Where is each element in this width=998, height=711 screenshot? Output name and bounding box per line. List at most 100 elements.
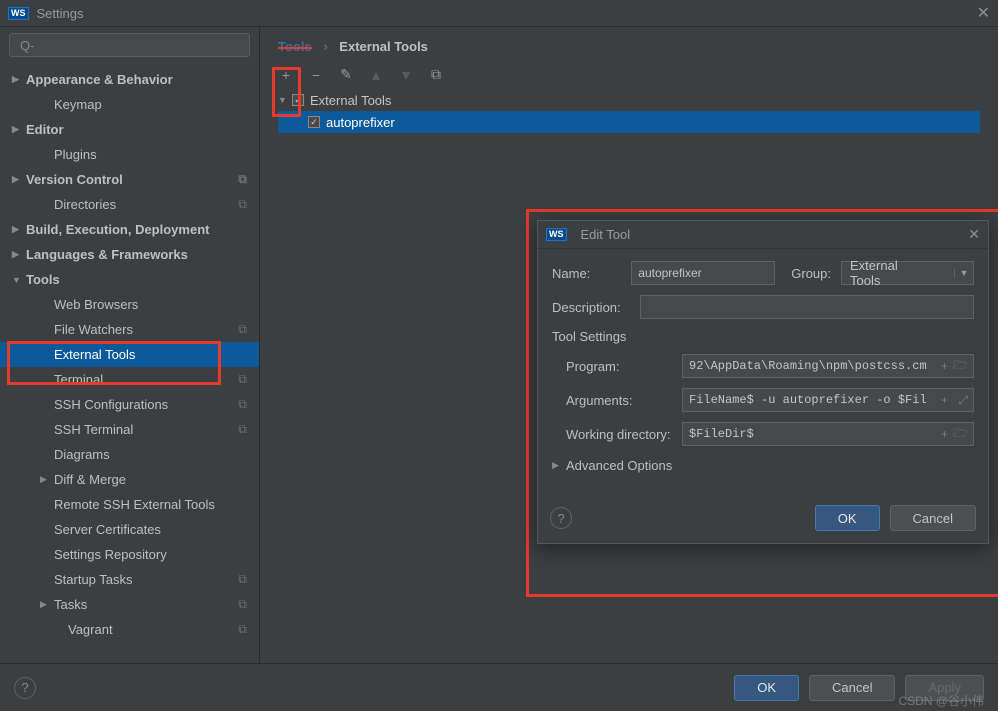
sidebar-item-label: Diagrams bbox=[54, 447, 110, 462]
program-field[interactable] bbox=[682, 354, 974, 378]
chevron-right-icon: ▶ bbox=[12, 174, 26, 185]
chevron-down-icon: ▼ bbox=[278, 95, 292, 105]
chevron-right-icon: ▶ bbox=[40, 599, 54, 610]
advanced-options[interactable]: ▶ Advanced Options bbox=[552, 458, 974, 473]
sidebar-item[interactable]: ▶Languages & Frameworks bbox=[0, 242, 259, 267]
sidebar-item[interactable]: File Watchers⧉ bbox=[0, 317, 259, 342]
workdir-field[interactable] bbox=[682, 422, 974, 446]
sidebar-item[interactable]: Remote SSH External Tools bbox=[0, 492, 259, 517]
down-button[interactable]: ▼ bbox=[398, 67, 414, 83]
project-scope-icon: ⧉ bbox=[238, 172, 247, 187]
project-scope-icon: ⧉ bbox=[238, 372, 247, 387]
sidebar-item[interactable]: Plugins bbox=[0, 142, 259, 167]
group-checkbox[interactable] bbox=[292, 94, 304, 106]
description-field[interactable] bbox=[640, 295, 974, 319]
sidebar-item[interactable]: Settings Repository bbox=[0, 542, 259, 567]
sidebar-item-label: Directories bbox=[54, 197, 116, 212]
remove-button[interactable]: − bbox=[308, 67, 324, 83]
ok-button[interactable]: OK bbox=[815, 505, 880, 531]
titlebar: WS Settings ✕ bbox=[0, 0, 998, 27]
cancel-button[interactable]: Cancel bbox=[890, 505, 976, 531]
arguments-label: Arguments: bbox=[552, 393, 682, 408]
sidebar-item-label: SSH Terminal bbox=[54, 422, 133, 437]
search-input[interactable]: Q- bbox=[9, 33, 250, 57]
dialog-title: Edit Tool bbox=[581, 227, 631, 242]
sidebar-item[interactable]: Diagrams bbox=[0, 442, 259, 467]
sidebar-item-label: Settings Repository bbox=[54, 547, 167, 562]
sidebar-item[interactable]: ▶Build, Execution, Deployment bbox=[0, 217, 259, 242]
help-button[interactable]: ? bbox=[550, 507, 572, 529]
breadcrumb-root[interactable]: Tools bbox=[278, 39, 312, 54]
tool-checkbox[interactable] bbox=[308, 116, 320, 128]
sidebar-item-label: Server Certificates bbox=[54, 522, 161, 537]
sidebar-item-label: Languages & Frameworks bbox=[26, 247, 188, 262]
settings-tree: ▶Appearance & BehaviorKeymap▶EditorPlugi… bbox=[0, 63, 259, 663]
sidebar-item[interactable]: ▶Appearance & Behavior bbox=[0, 67, 259, 92]
bottom-bar: ? OK Cancel Apply bbox=[0, 663, 998, 711]
help-button[interactable]: ? bbox=[14, 677, 36, 699]
chevron-down-icon: ▼ bbox=[954, 268, 973, 278]
chevron-down-icon: ▼ bbox=[12, 275, 26, 285]
sidebar-item-label: External Tools bbox=[54, 347, 135, 362]
tool-group-row[interactable]: ▼ External Tools bbox=[278, 89, 980, 111]
sidebar-item[interactable]: ▶Tasks ⧉ bbox=[0, 592, 259, 617]
app-icon: WS bbox=[8, 7, 29, 20]
tool-item-row[interactable]: autoprefixer bbox=[278, 111, 980, 133]
edit-button[interactable]: ✎ bbox=[338, 66, 354, 83]
group-select[interactable]: External Tools ▼ bbox=[841, 261, 974, 285]
watermark: CSDN @谷小伟 bbox=[898, 692, 984, 709]
copy-button[interactable]: ⧉ bbox=[428, 66, 444, 83]
description-label: Description: bbox=[552, 300, 640, 315]
sidebar-item-label: Vagrant bbox=[68, 622, 113, 637]
close-icon[interactable]: ✕ bbox=[977, 3, 990, 23]
chevron-right-icon: ▶ bbox=[12, 74, 26, 85]
sidebar-item[interactable]: ▶Diff & Merge bbox=[0, 467, 259, 492]
sidebar-item-label: Startup Tasks bbox=[54, 572, 133, 587]
project-scope-icon: ⧉ bbox=[238, 572, 247, 587]
sidebar-item[interactable]: Web Browsers bbox=[0, 292, 259, 317]
ok-button[interactable]: OK bbox=[734, 675, 799, 701]
up-button[interactable]: ▲ bbox=[368, 67, 384, 83]
arguments-field[interactable] bbox=[682, 388, 974, 412]
sidebar-item-label: Tasks bbox=[54, 597, 87, 612]
cancel-button[interactable]: Cancel bbox=[809, 675, 895, 701]
sidebar-item-label: Appearance & Behavior bbox=[26, 72, 173, 87]
chevron-right-icon: ▶ bbox=[12, 249, 26, 260]
tool-settings-section: Tool Settings bbox=[552, 329, 974, 344]
sidebar-item[interactable]: SSH Terminal ⧉ bbox=[0, 417, 259, 442]
tool-tree: ▼ External Tools autoprefixer bbox=[278, 89, 980, 133]
project-scope-icon: ⧉ bbox=[238, 422, 247, 437]
toolbar: + − ✎ ▲ ▼ ⧉ bbox=[260, 58, 998, 89]
sidebar-item[interactable]: SSH Configurations⧉ bbox=[0, 392, 259, 417]
sidebar-item[interactable]: External Tools bbox=[0, 342, 259, 367]
sidebar-item[interactable]: ▶Editor bbox=[0, 117, 259, 142]
sidebar-item[interactable]: Keymap bbox=[0, 92, 259, 117]
sidebar-item[interactable]: Directories⧉ bbox=[0, 192, 259, 217]
sidebar-item[interactable]: ▶Version Control⧉ bbox=[0, 167, 259, 192]
sidebar-item[interactable]: Vagrant⧉ bbox=[0, 617, 259, 642]
app-icon: WS bbox=[546, 228, 567, 241]
name-field[interactable] bbox=[631, 261, 775, 285]
sidebar-item-label: Tools bbox=[26, 272, 60, 287]
project-scope-icon: ⧉ bbox=[238, 597, 247, 612]
insert-macro-icon[interactable]: + bbox=[941, 359, 948, 373]
expand-icon[interactable]: ⤢ bbox=[958, 393, 968, 408]
browse-icon[interactable]: 🗁 bbox=[953, 356, 968, 377]
sidebar-item[interactable]: Terminal⧉ bbox=[0, 367, 259, 392]
name-label: Name: bbox=[552, 266, 631, 281]
insert-macro-icon[interactable]: + bbox=[941, 393, 948, 407]
browse-icon[interactable]: 🗁 bbox=[953, 424, 968, 445]
advanced-label: Advanced Options bbox=[566, 458, 672, 473]
add-button[interactable]: + bbox=[278, 67, 294, 83]
sidebar-item[interactable]: Startup Tasks ⧉ bbox=[0, 567, 259, 592]
dialog-close-icon[interactable]: ✕ bbox=[968, 226, 980, 243]
workdir-label: Working directory: bbox=[552, 427, 682, 442]
chevron-right-icon: ▶ bbox=[40, 474, 54, 485]
chevron-right-icon: ▶ bbox=[12, 224, 26, 235]
sidebar-item-label: Remote SSH External Tools bbox=[54, 497, 215, 512]
sidebar-item[interactable]: ▼Tools bbox=[0, 267, 259, 292]
insert-macro-icon[interactable]: + bbox=[941, 427, 948, 441]
project-scope-icon: ⧉ bbox=[238, 397, 247, 412]
breadcrumb: Tools › External Tools bbox=[260, 27, 998, 58]
sidebar-item[interactable]: Server Certificates bbox=[0, 517, 259, 542]
